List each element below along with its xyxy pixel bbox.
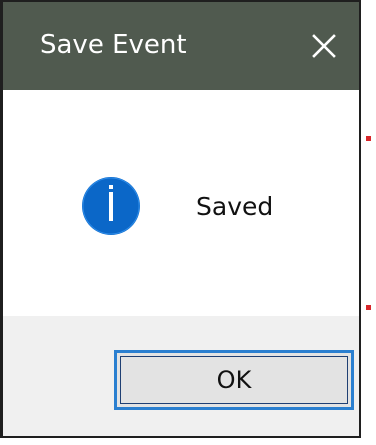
message-text: Saved bbox=[196, 192, 274, 221]
save-event-dialog: Save Event Saved OK bbox=[0, 0, 361, 438]
background-marker bbox=[366, 305, 371, 310]
dialog-titlebar[interactable]: Save Event bbox=[3, 2, 359, 90]
close-button[interactable] bbox=[289, 2, 359, 90]
ok-button-label: OK bbox=[216, 366, 252, 394]
dialog-title: Save Event bbox=[40, 30, 187, 60]
info-icon bbox=[82, 177, 140, 235]
ok-button[interactable]: OK bbox=[114, 350, 354, 410]
background-marker bbox=[366, 136, 371, 141]
dialog-content: Saved bbox=[3, 90, 359, 316]
dialog-footer: OK bbox=[3, 316, 359, 436]
close-icon bbox=[312, 34, 336, 58]
